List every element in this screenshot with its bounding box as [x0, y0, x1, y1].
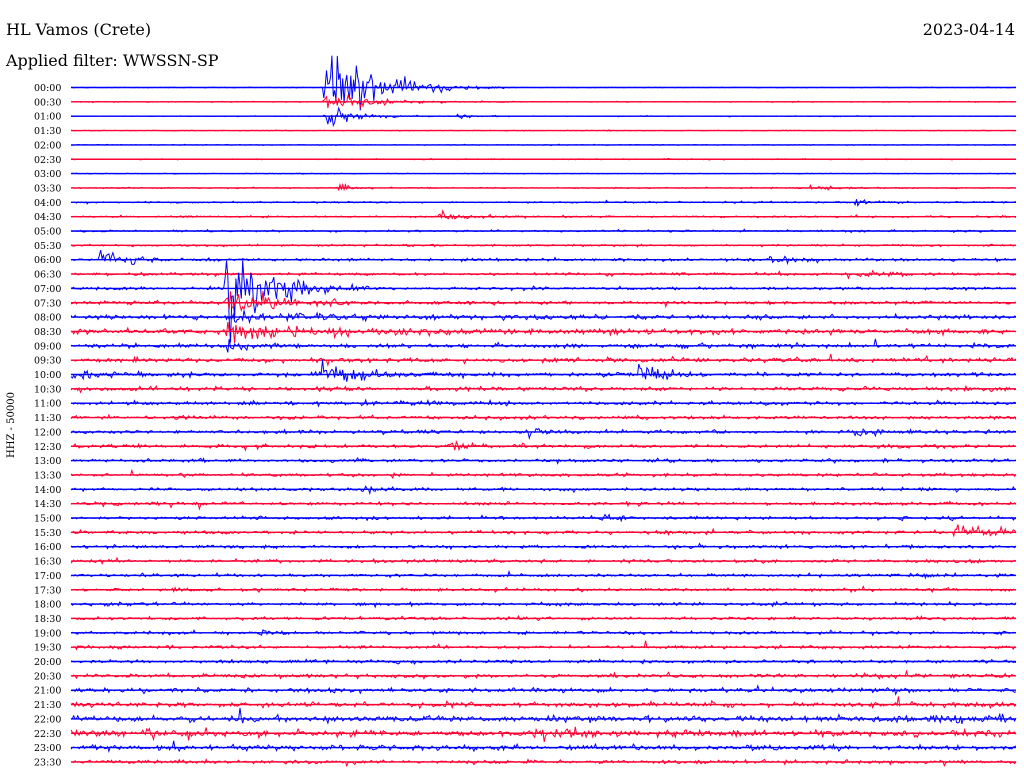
time-label-0600: 06:00 [34, 255, 61, 266]
traces [70, 55, 1017, 768]
time-label-2000: 20:00 [34, 657, 61, 668]
time-label-1730: 17:30 [34, 585, 61, 596]
trace-1200 [70, 427, 1017, 440]
time-label-1530: 15:30 [34, 528, 61, 539]
time-label-0630: 06:30 [34, 270, 61, 281]
time-label-1430: 14:30 [34, 499, 61, 510]
time-label-1330: 13:30 [34, 470, 61, 481]
trace-2130 [70, 696, 1017, 710]
time-label-0930: 09:30 [34, 356, 61, 367]
time-label-2330: 23:30 [34, 757, 61, 768]
time-label-0030: 00:30 [34, 97, 61, 108]
time-label-0530: 05:30 [34, 241, 61, 252]
time-label-1600: 16:00 [34, 542, 61, 553]
time-label-0500: 05:00 [34, 227, 61, 238]
time-label-1230: 12:30 [34, 442, 61, 453]
time-label-0900: 09:00 [34, 341, 61, 352]
time-label-0000: 00:00 [34, 83, 61, 94]
time-label-0830: 08:30 [34, 327, 61, 338]
time-label-1000: 10:00 [34, 370, 61, 381]
time-label-0800: 08:00 [34, 313, 61, 324]
trace-0800 [70, 310, 1017, 325]
time-label-1100: 11:00 [34, 399, 61, 410]
trace-1930 [70, 640, 1017, 651]
time-label-0230: 02:30 [34, 155, 61, 166]
time-label-0130: 01:30 [34, 126, 61, 137]
time-label-1800: 18:00 [34, 600, 61, 611]
trace-0430 [70, 209, 1017, 220]
trace-1430 [70, 500, 1017, 511]
time-label-1900: 19:00 [34, 628, 61, 639]
time-label-0300: 03:00 [34, 169, 61, 180]
time-label-1630: 16:30 [34, 557, 61, 568]
time-label-1030: 10:30 [34, 384, 61, 395]
trace-0730 [70, 290, 1017, 312]
time-label-2100: 21:00 [34, 686, 61, 697]
time-label-2200: 22:00 [34, 714, 61, 725]
trace-1530 [70, 524, 1017, 538]
time-label-0730: 07:30 [34, 298, 61, 309]
time-label-2130: 21:30 [34, 700, 61, 711]
time-label-1830: 18:30 [34, 614, 61, 625]
time-label-1700: 17:00 [34, 571, 61, 582]
time-label-0430: 04:30 [34, 212, 61, 223]
time-label-1300: 13:00 [34, 456, 61, 467]
time-label-1130: 11:30 [34, 413, 61, 424]
trace-0600 [70, 249, 1017, 266]
time-label-0700: 07:00 [34, 284, 61, 295]
time-label-1500: 15:00 [34, 514, 61, 525]
time-label-1400: 14:00 [34, 485, 61, 496]
time-label-0100: 01:00 [34, 112, 61, 123]
trace-2030 [70, 669, 1017, 680]
trace-2230 [70, 726, 1017, 743]
trace-2300 [70, 740, 1017, 754]
time-label-0330: 03:30 [34, 183, 61, 194]
trace-2200 [70, 707, 1017, 725]
time-labels: 00:00 00:30 01:00 01:30 02:00 02:30 03:00 03:30… [34, 83, 61, 768]
time-label-2300: 23:00 [34, 743, 61, 754]
time-label-1200: 12:00 [34, 427, 61, 438]
trace-1000 [70, 359, 1017, 382]
seismogram-plot: 00:00 00:30 01:00 01:30 02:00 02:30 03:00 03:30… [34, 55, 1017, 768]
time-label-2030: 20:30 [34, 671, 61, 682]
time-label-2230: 22:30 [34, 729, 61, 740]
trace-0830 [70, 321, 1017, 343]
time-label-1930: 19:30 [34, 643, 61, 654]
time-label-0200: 02:00 [34, 140, 61, 151]
time-label-0400: 04:00 [34, 198, 61, 209]
